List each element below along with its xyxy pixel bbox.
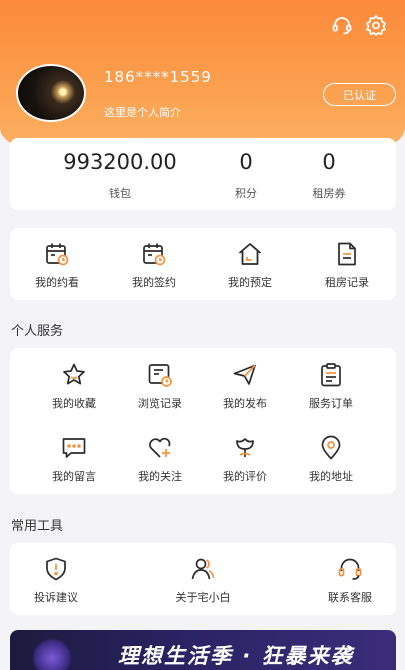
heart-plus-icon [146,434,174,462]
feedback-button[interactable]: 投诉建议 [13,555,99,605]
promo-banner[interactable]: 理想生活季 · 狂暴来袭 [10,630,396,670]
gear-icon[interactable] [365,14,387,36]
my-posts-label: 我的发布 [223,397,267,410]
browsing-history-button[interactable]: 浏览记录 [117,361,203,411]
coupons-stat[interactable]: 0 租房券 [299,150,359,201]
personal-services-title: 个人服务 [11,324,64,339]
rental-records-label: 租房记录 [325,276,369,289]
history-icon [146,361,174,389]
calendar-clock-icon [140,240,168,268]
personal-services-card: 我的收藏 浏览记录 我的发布 服务订单 我的留言 我的关注 我的评价 我的地址 [10,348,396,494]
reservations-button[interactable]: 我的预定 [207,240,293,290]
my-posts-button[interactable]: 我的发布 [202,361,288,411]
my-follows-label: 我的关注 [138,470,182,483]
about-button[interactable]: 关于宅小白 [160,555,246,605]
appointments-label: 我的约看 [35,276,79,289]
customer-service-label: 联系客服 [328,591,372,604]
send-icon [231,361,259,389]
wallet-label: 钱包 [109,187,131,200]
people-icon [189,555,217,583]
house-icon [236,240,264,268]
service-orders-label: 服务订单 [309,397,353,410]
shield-alert-icon [42,555,70,583]
rental-records-button[interactable]: 租房记录 [304,240,390,290]
favorites-label: 我的收藏 [52,397,96,410]
appointments-button[interactable]: 我的约看 [14,240,100,290]
banner-text: 理想生活季 · 狂暴来袭 [118,644,354,668]
headset-icon [336,555,364,583]
my-messages-label: 我的留言 [52,470,96,483]
calendar-clock-icon [43,240,71,268]
profile-header: 186****1559 这里是个人简介 已认证 [0,0,405,150]
verified-badge-button[interactable]: 已认证 [323,83,396,106]
contracts-button[interactable]: 我的签约 [111,240,197,290]
flower-icon [231,434,259,462]
wallet-stat[interactable]: 993200.00 钱包 [50,150,190,201]
headset-icon[interactable] [331,14,353,36]
points-value: 0 [239,150,253,174]
contracts-label: 我的签约 [132,276,176,289]
about-label: 关于宅小白 [175,591,231,604]
user-intro[interactable]: 这里是个人简介 [104,104,181,120]
my-address-label: 我的地址 [309,470,353,483]
quick-actions-card: 我的约看 我的签约 我的预定 租房记录 [10,228,396,300]
points-label: 积分 [235,187,257,200]
my-messages-button[interactable]: 我的留言 [31,434,117,484]
my-follows-button[interactable]: 我的关注 [117,434,203,484]
service-orders-button[interactable]: 服务订单 [288,361,374,411]
feedback-label: 投诉建议 [34,591,78,604]
star-icon [60,361,88,389]
user-phone: 186****1559 [104,68,212,86]
stats-card: 993200.00 钱包 0 积分 0 租房券 [10,138,396,210]
tools-title: 常用工具 [11,519,64,534]
location-pin-icon [317,434,345,462]
message-icon [60,434,88,462]
wallet-value: 993200.00 [63,150,177,174]
reservations-label: 我的预定 [228,276,272,289]
favorites-button[interactable]: 我的收藏 [31,361,117,411]
my-reviews-label: 我的评价 [223,470,267,483]
my-reviews-button[interactable]: 我的评价 [202,434,288,484]
browsing-history-label: 浏览记录 [138,397,182,410]
coupons-value: 0 [322,150,336,174]
coupons-label: 租房券 [312,187,346,200]
points-stat[interactable]: 0 积分 [216,150,276,201]
customer-service-button[interactable]: 联系客服 [307,555,393,605]
avatar[interactable] [16,64,86,122]
tools-card: 投诉建议 关于宅小白 联系客服 [10,543,396,615]
document-icon [333,240,361,268]
banner-decoration [32,638,72,670]
clipboard-icon [317,361,345,389]
header-actions [331,14,387,36]
my-address-button[interactable]: 我的地址 [288,434,374,484]
